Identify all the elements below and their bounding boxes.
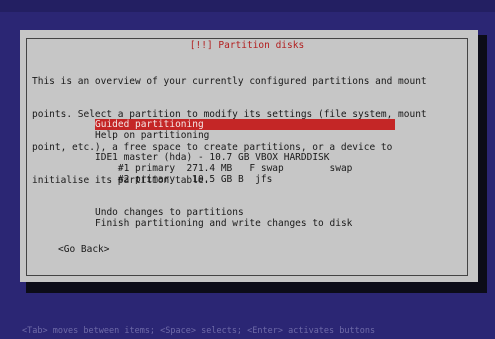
dialog-title-wrap: [!!] Partition disks [27,40,467,51]
dialog-title: [!!] Partition disks [185,40,309,51]
go-back-button[interactable]: <Go Back> [58,244,109,255]
undo-changes-option[interactable]: Undo changes to partitions [95,207,244,218]
disk-hda-item[interactable]: IDE1 master (hda) - 10.7 GB VBOX HARDDIS… [95,152,330,163]
partition-2-item[interactable]: #2 primary 10.5 GB B jfs [95,174,272,185]
partition-1-item[interactable]: #1 primary 271.4 MB F swap swap [95,163,353,174]
status-bar: <Tab> moves between items; <Space> selec… [22,326,376,336]
partition-dialog: [!!] Partition disks This is an overview… [20,30,478,282]
guided-partitioning-option[interactable]: Guided partitioning [95,119,395,130]
intro-line: This is an overview of your currently co… [32,76,427,87]
top-strip [0,0,495,12]
help-partitioning-option[interactable]: Help on partitioning [95,130,209,141]
finish-partitioning-option[interactable]: Finish partitioning and write changes to… [95,218,352,229]
